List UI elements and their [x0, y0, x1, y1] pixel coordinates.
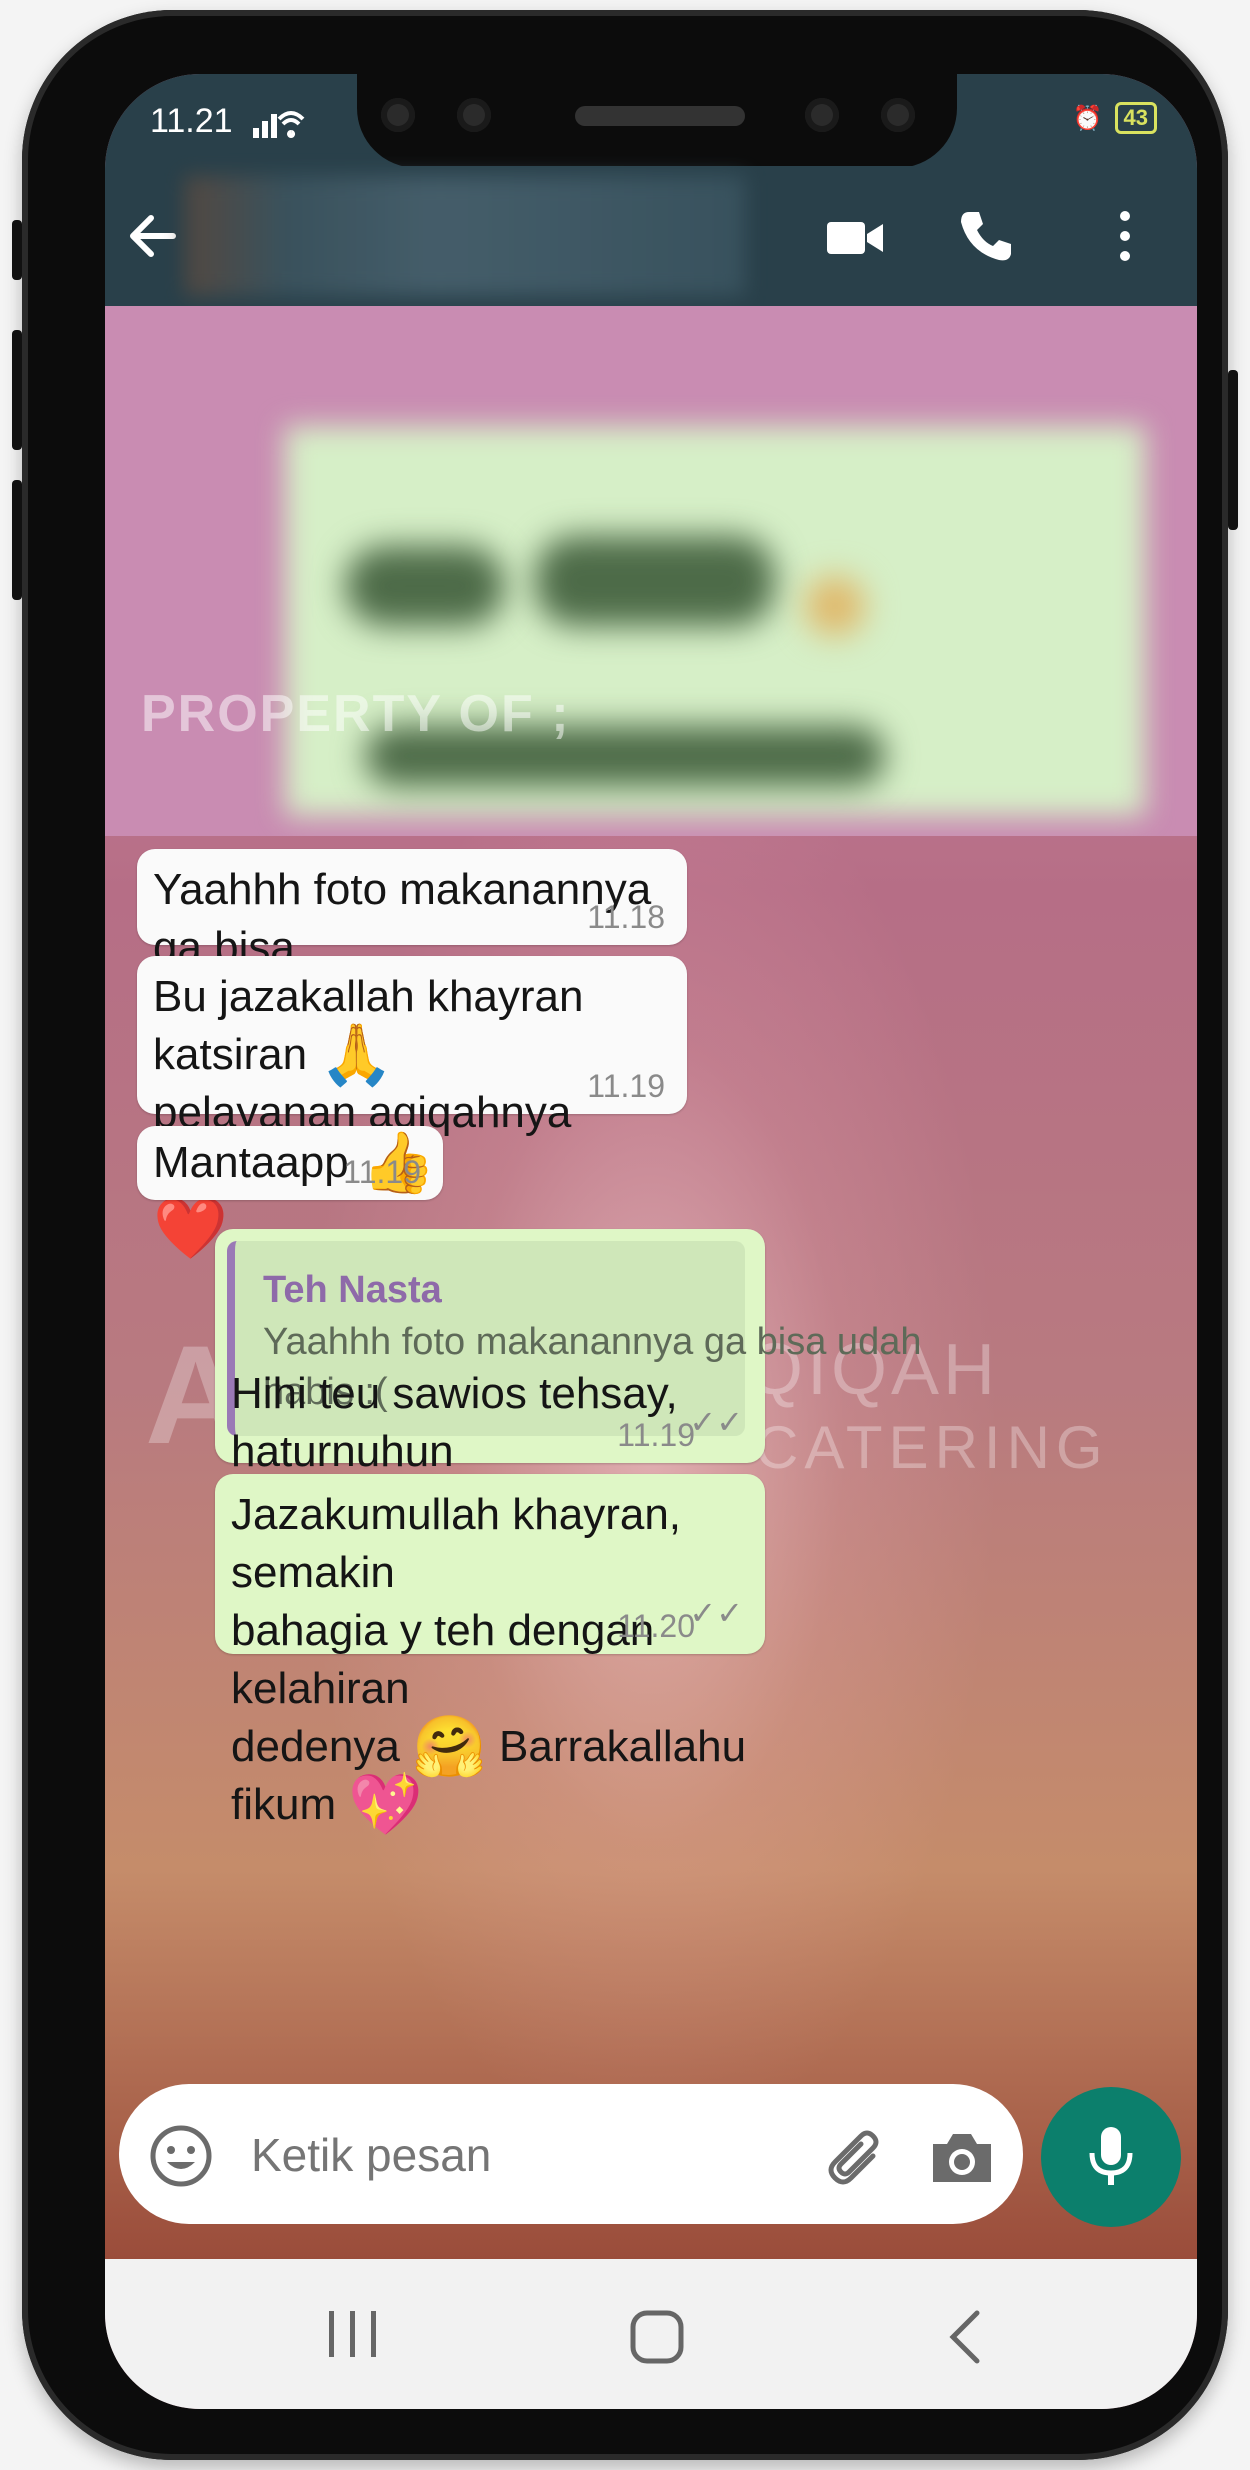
hugging-face-emoji: 🤗: [412, 1713, 487, 1780]
sensor-icon: [881, 98, 915, 132]
incoming-message[interactable]: Mantaapp 👍 11.19: [137, 1126, 443, 1200]
back-arrow-icon[interactable]: [123, 208, 183, 264]
camera-notch: [357, 74, 957, 168]
contact-info-blurred[interactable]: [185, 176, 745, 296]
incoming-message[interactable]: Bu jazakallah khayran katsiran 🙏 pelayan…: [137, 956, 687, 1259]
emoji-icon[interactable]: [149, 2124, 213, 2188]
battery-indicator: 43: [1114, 102, 1157, 134]
outgoing-message[interactable]: Jazakumullah khayran, semakin bahagia y …: [215, 1474, 765, 1835]
message-composer: [119, 2084, 1023, 2224]
logo-line-2: CATERING: [755, 1414, 1109, 1481]
read-receipt-icon: ✓✓: [689, 1404, 743, 1440]
sparkling-heart-emoji: 💖: [348, 1771, 424, 1838]
recents-icon[interactable]: [323, 2309, 383, 2359]
message-time: 11.19: [587, 1068, 665, 1104]
blurred-shared-image[interactable]: [105, 306, 1197, 836]
power-button: [1228, 370, 1238, 530]
quoted-sender: Teh Nasta: [263, 1269, 442, 1311]
blurred-shape: [535, 536, 775, 626]
sensor-icon: [381, 98, 415, 132]
incoming-message[interactable]: Yaahhh foto makanannya ga bisa udah habi…: [137, 849, 687, 1030]
outgoing-message[interactable]: Teh Nasta Yaahhh foto makanannya ga bisa…: [215, 1229, 921, 1540]
system-nav-bar: [105, 2259, 1197, 2409]
camera-icon[interactable]: [927, 2128, 997, 2188]
message-time: 11.20: [617, 1608, 695, 1644]
status-right: ⏰ 43: [1073, 102, 1157, 134]
volume-button: [12, 330, 22, 450]
blurred-shape: [805, 576, 865, 636]
volume-button: [12, 220, 22, 280]
message-input[interactable]: [249, 2114, 753, 2196]
chat-header: [105, 166, 1197, 306]
phone-frame: 11.21 ⏰ 43 PROPERTY OF ; AQIQAH CATERING…: [12, 10, 1238, 2460]
read-receipt-icon: ✓✓: [689, 1595, 743, 1631]
signal-icon: [253, 111, 305, 138]
back-icon[interactable]: [945, 2307, 985, 2367]
paperclip-icon[interactable]: [819, 2122, 889, 2192]
home-icon[interactable]: [629, 2309, 685, 2365]
folded-hands-emoji: 🙏: [319, 1021, 395, 1088]
alarm-icon: ⏰: [1072, 104, 1103, 132]
earpiece-speaker: [575, 106, 745, 126]
message-time: 11.18: [587, 899, 665, 935]
status-time: 11.21: [150, 102, 233, 140]
mic-icon: [1089, 2127, 1133, 2185]
video-call-icon[interactable]: [825, 216, 885, 260]
watermark-text: PROPERTY OF ;: [141, 685, 571, 743]
message-text: Mantaapp: [153, 1138, 349, 1187]
message-time: 11.19: [617, 1417, 695, 1453]
mic-button[interactable]: [1041, 2087, 1181, 2227]
camera-icon: [457, 98, 491, 132]
message-time: 11.19: [343, 1154, 421, 1190]
status-bar: 11.21 ⏰ 43: [105, 74, 1197, 168]
blurred-shape: [345, 546, 505, 626]
screen: 11.21 ⏰ 43 PROPERTY OF ; AQIQAH CATERING…: [105, 74, 1197, 2409]
voice-call-icon[interactable]: [955, 206, 1015, 266]
camera-icon: [805, 98, 839, 132]
volume-button: [12, 480, 22, 600]
more-options-icon[interactable]: [1115, 206, 1135, 266]
